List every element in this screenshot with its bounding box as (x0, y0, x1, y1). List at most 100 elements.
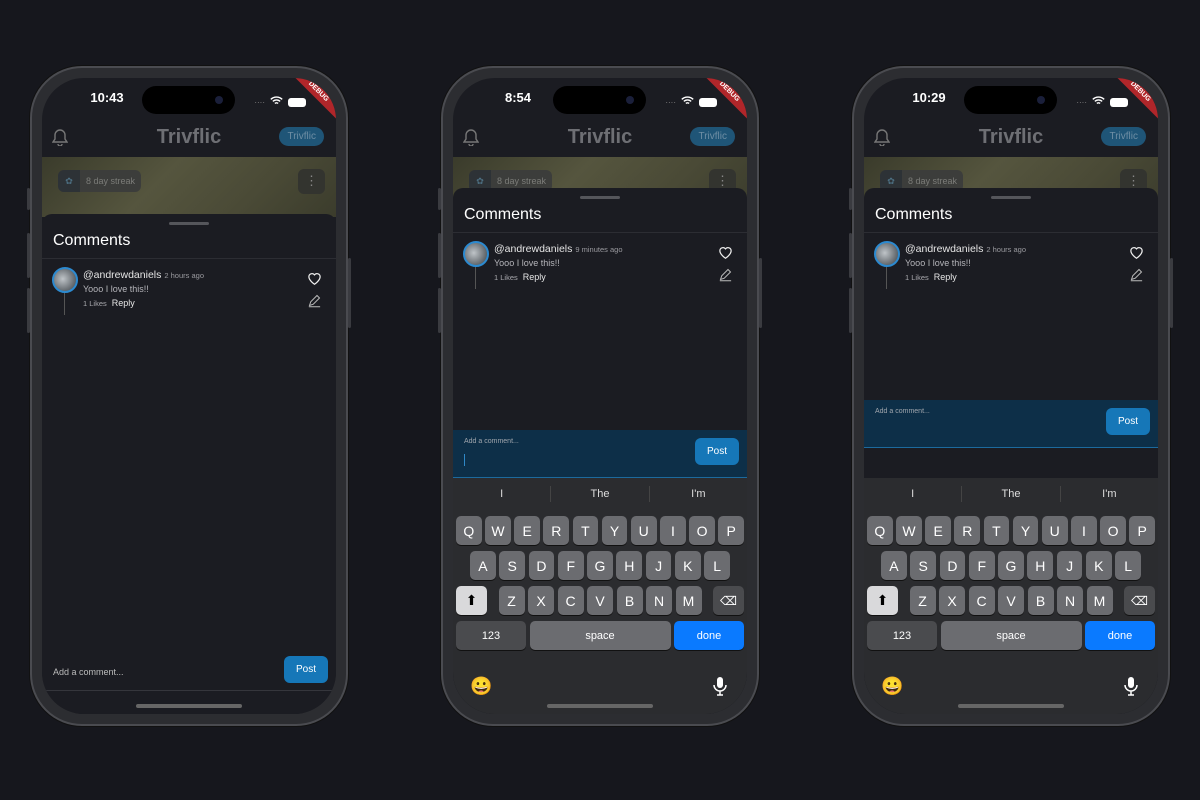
key-v[interactable]: V (998, 586, 1024, 615)
drag-handle[interactable] (169, 222, 209, 225)
avatar[interactable] (874, 241, 900, 267)
key-y[interactable]: Y (601, 516, 628, 545)
key-r[interactable]: R (543, 516, 570, 545)
key-k[interactable]: K (674, 551, 701, 580)
key-z[interactable]: Z (498, 586, 525, 615)
suggestion[interactable]: I (864, 486, 963, 502)
key-d[interactable]: D (939, 551, 966, 580)
key-k[interactable]: K (1085, 551, 1112, 580)
key-p[interactable]: P (1129, 516, 1156, 545)
streak-chip[interactable]: ✿ 8 day streak (58, 170, 142, 192)
key-j[interactable]: J (1056, 551, 1083, 580)
reply-button[interactable]: Reply (112, 298, 135, 308)
header-button[interactable]: Trivflic (279, 127, 324, 146)
header-button[interactable]: Trivflic (690, 127, 735, 146)
key-s[interactable]: S (499, 551, 526, 580)
avatar[interactable] (52, 267, 78, 293)
key-i[interactable]: I (1071, 516, 1097, 545)
key-z[interactable]: Z (909, 586, 936, 615)
key-d[interactable]: D (528, 551, 555, 580)
key-c[interactable]: C (968, 586, 995, 615)
key-g[interactable]: G (998, 551, 1024, 580)
pencil-icon[interactable] (307, 293, 322, 313)
key-j[interactable]: J (645, 551, 672, 580)
space-key[interactable]: space (940, 621, 1082, 650)
comment-username[interactable]: @andrewdaniels (905, 243, 983, 255)
suggestion[interactable]: I (453, 486, 552, 502)
suggestion[interactable]: The (962, 486, 1061, 502)
comment-input-bar[interactable]: Add a comment... Post (864, 400, 1158, 448)
emoji-icon[interactable]: 😀 (470, 676, 492, 697)
key-a[interactable]: A (469, 551, 496, 580)
comment-username[interactable]: @andrewdaniels (494, 243, 572, 255)
suggestion[interactable]: I'm (650, 486, 747, 502)
key-q[interactable]: Q (866, 516, 893, 545)
key-n[interactable]: N (1057, 586, 1083, 615)
comment-input-bar[interactable]: Add a comment... Post (453, 430, 747, 478)
shift-icon[interactable]: ⬆ (867, 586, 898, 615)
drag-handle[interactable] (991, 196, 1031, 199)
done-key[interactable]: done (1085, 621, 1155, 650)
space-key[interactable]: space (529, 621, 671, 650)
pencil-icon[interactable] (1129, 267, 1144, 287)
post-button[interactable]: Post (695, 438, 739, 465)
key-q[interactable]: Q (455, 516, 482, 545)
key-b[interactable]: B (616, 586, 643, 615)
key-h[interactable]: H (616, 551, 643, 580)
suggestion[interactable]: The (551, 486, 650, 502)
key-e[interactable]: E (925, 516, 951, 545)
key-s[interactable]: S (910, 551, 937, 580)
key-h[interactable]: H (1027, 551, 1054, 580)
suggestion[interactable]: I'm (1061, 486, 1158, 502)
heart-icon[interactable] (718, 245, 733, 264)
comment-input[interactable]: Add a comment... (53, 667, 124, 677)
key-c[interactable]: C (557, 586, 584, 615)
key-g[interactable]: G (587, 551, 613, 580)
more-vertical-icon[interactable]: ⋮ (298, 169, 325, 194)
reply-button[interactable]: Reply (934, 272, 957, 282)
key-p[interactable]: P (718, 516, 745, 545)
emoji-icon[interactable]: 😀 (881, 676, 903, 697)
key-t[interactable]: T (983, 516, 1010, 545)
backspace-icon[interactable]: ⌫ (1124, 586, 1155, 615)
key-b[interactable]: B (1027, 586, 1054, 615)
post-button[interactable]: Post (284, 656, 328, 683)
shift-icon[interactable]: ⬆ (456, 586, 487, 615)
numbers-key[interactable]: 123 (867, 621, 937, 650)
key-v[interactable]: V (587, 586, 613, 615)
key-m[interactable]: M (1086, 586, 1113, 615)
key-f[interactable]: F (968, 551, 995, 580)
key-x[interactable]: X (528, 586, 554, 615)
avatar[interactable] (463, 241, 489, 267)
key-m[interactable]: M (675, 586, 702, 615)
key-n[interactable]: N (646, 586, 672, 615)
heart-icon[interactable] (1129, 245, 1144, 264)
key-w[interactable]: W (896, 516, 922, 545)
key-f[interactable]: F (557, 551, 584, 580)
key-w[interactable]: W (485, 516, 511, 545)
numbers-key[interactable]: 123 (456, 621, 526, 650)
key-a[interactable]: A (880, 551, 907, 580)
key-u[interactable]: U (1041, 516, 1068, 545)
microphone-icon[interactable] (713, 676, 727, 701)
pencil-icon[interactable] (718, 267, 733, 287)
key-y[interactable]: Y (1012, 516, 1039, 545)
key-x[interactable]: X (939, 586, 965, 615)
key-o[interactable]: O (1100, 516, 1126, 545)
heart-icon[interactable] (307, 271, 322, 290)
reply-button[interactable]: Reply (523, 272, 546, 282)
header-button[interactable]: Trivflic (1101, 127, 1146, 146)
drag-handle[interactable] (580, 196, 620, 199)
backspace-icon[interactable]: ⌫ (713, 586, 744, 615)
key-r[interactable]: R (954, 516, 981, 545)
done-key[interactable]: done (674, 621, 744, 650)
key-o[interactable]: O (689, 516, 715, 545)
comment-username[interactable]: @andrewdaniels (83, 269, 161, 281)
key-t[interactable]: T (572, 516, 599, 545)
key-u[interactable]: U (630, 516, 657, 545)
key-e[interactable]: E (514, 516, 540, 545)
key-l[interactable]: L (704, 551, 731, 580)
key-i[interactable]: I (660, 516, 686, 545)
post-button[interactable]: Post (1106, 408, 1150, 435)
microphone-icon[interactable] (1124, 676, 1138, 701)
